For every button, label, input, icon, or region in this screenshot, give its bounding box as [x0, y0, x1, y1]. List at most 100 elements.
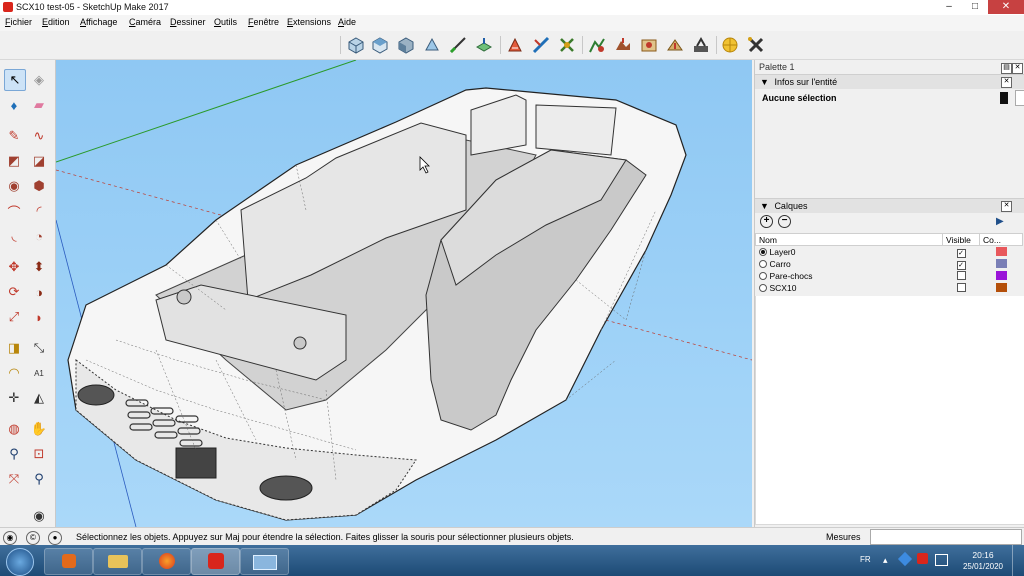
network-icon[interactable]	[935, 554, 948, 566]
layer-name[interactable]: Carro	[770, 259, 791, 269]
iso-view-icon[interactable]	[346, 35, 366, 55]
circle-tool-icon[interactable]: ◉	[4, 176, 24, 196]
back-view-icon[interactable]	[448, 35, 468, 55]
entity-info-close-icon[interactable]: ✕	[1001, 77, 1012, 88]
acrobat-icon[interactable]	[917, 553, 928, 564]
eraser-icon[interactable]: ▰	[29, 95, 49, 115]
active-layer-radio[interactable]	[758, 271, 767, 280]
active-layer-radio[interactable]	[758, 247, 767, 256]
column-visible[interactable]: Visible	[942, 233, 980, 246]
visible-checkbox[interactable]: ✓	[956, 248, 966, 258]
visible-checkbox[interactable]	[956, 270, 966, 280]
polygon-tool-icon[interactable]: ⬢	[29, 176, 49, 196]
axes-tool-icon[interactable]: ✛	[4, 388, 24, 408]
sketchup-icon[interactable]	[191, 548, 240, 575]
windows-start-icon[interactable]	[6, 548, 34, 576]
protractor-icon[interactable]: ◠	[4, 363, 24, 383]
layers-close-icon[interactable]: ✕	[1001, 201, 1012, 212]
media-player-icon[interactable]	[44, 548, 93, 575]
menu-fenetre[interactable]: Fenêtre	[248, 17, 279, 27]
input-language[interactable]: FR	[860, 555, 871, 564]
select-tool-icon[interactable]: ↖	[4, 69, 26, 91]
active-layer-radio[interactable]	[758, 283, 767, 292]
freehand-tool-icon[interactable]: ∿	[29, 126, 49, 146]
show-hidden-icons[interactable]: ▴	[883, 555, 888, 566]
extension-manager-icon[interactable]	[746, 35, 766, 55]
rotate-tool-icon[interactable]: ⟳	[4, 282, 24, 302]
menu-fichier[interactable]: Fichier	[5, 17, 32, 27]
clock-time[interactable]: 20:16	[961, 550, 1005, 560]
orbit-tool-icon[interactable]: ◍	[4, 419, 24, 439]
layer-row[interactable]: SCX10	[756, 282, 1023, 294]
section-plane-icon[interactable]	[505, 35, 525, 55]
layer-color-swatch[interactable]	[995, 246, 1007, 256]
user-icon[interactable]: ●	[48, 531, 62, 545]
menu-outils[interactable]: Outils	[214, 17, 237, 27]
credits-icon[interactable]: ©	[26, 531, 40, 545]
layer-row[interactable]: Pare-chocs	[756, 270, 1023, 282]
modeling-viewport[interactable]	[56, 60, 752, 527]
arc-tool-icon[interactable]: ⌒	[4, 201, 24, 221]
front-view-icon[interactable]	[396, 35, 416, 55]
three-point-arc-icon[interactable]: ◟	[4, 226, 24, 246]
add-layer-icon[interactable]: +	[760, 215, 773, 228]
paint-bucket-icon[interactable]: ♦	[4, 95, 24, 115]
window-preview-icon[interactable]	[240, 548, 289, 575]
warehouse-icon[interactable]	[691, 35, 711, 55]
layer-color-swatch[interactable]	[995, 270, 1007, 280]
two-point-arc-icon[interactable]: ◜	[29, 201, 49, 221]
delete-layer-icon[interactable]: −	[778, 215, 791, 228]
menu-camera[interactable]: Caméra	[129, 17, 161, 27]
layer-details-icon[interactable]: ▶	[996, 216, 1004, 227]
move-tool-icon[interactable]: ✥	[4, 257, 24, 277]
rotated-rectangle-icon[interactable]: ◪	[29, 151, 49, 171]
zoom-tool-icon[interactable]: ⚲	[4, 444, 24, 464]
column-color[interactable]: Co...	[979, 233, 1023, 246]
menu-affichage[interactable]: Affichage	[80, 17, 117, 27]
section-cut-icon[interactable]	[531, 35, 551, 55]
make-component-icon[interactable]: ◈	[29, 70, 49, 90]
text-tool-icon[interactable]: A1	[29, 363, 49, 383]
look-around-icon[interactable]: ◉	[29, 506, 49, 526]
active-layer-radio[interactable]	[758, 259, 767, 268]
right-view-icon[interactable]	[422, 35, 442, 55]
geo-icon[interactable]	[720, 35, 740, 55]
show-desktop-button[interactable]	[1012, 545, 1024, 576]
file-explorer-icon[interactable]	[93, 548, 142, 575]
entity-details-toggle-icon[interactable]	[1000, 92, 1008, 104]
layer-row[interactable]: Layer0 ✓	[756, 246, 1023, 259]
zoom-window-icon[interactable]: ⊡	[29, 444, 49, 464]
menu-aide[interactable]: Aide	[338, 17, 356, 27]
visible-checkbox[interactable]: ✓	[956, 260, 966, 270]
tray-close-icon[interactable]: ✕	[1012, 63, 1023, 74]
close-button[interactable]: ✕	[988, 0, 1024, 14]
section-fill-icon[interactable]	[557, 35, 577, 55]
left-view-icon[interactable]	[474, 35, 494, 55]
top-view-icon[interactable]	[370, 35, 390, 55]
entity-info-header[interactable]: ▼ Infos sur l'entité	[755, 74, 1024, 89]
tray-pin-icon[interactable]: ▤	[1001, 63, 1012, 74]
scale-tool-icon[interactable]: ⤢	[4, 307, 24, 327]
layers-header[interactable]: ▼ Calques	[755, 198, 1024, 213]
line-tool-icon[interactable]: ✎	[4, 126, 24, 146]
offset-tool-icon[interactable]: ◗	[29, 307, 49, 327]
pie-tool-icon[interactable]: ◔	[29, 226, 49, 246]
previous-view-icon[interactable]: ⚲	[29, 469, 49, 489]
layer-color-swatch[interactable]	[995, 258, 1007, 268]
dimension-tool-icon[interactable]: ⤡	[29, 338, 49, 358]
menu-dessiner[interactable]: Dessiner	[170, 17, 206, 27]
maximize-button[interactable]: □	[962, 0, 988, 14]
follow-me-icon[interactable]: ◑	[29, 282, 49, 302]
tape-measure-icon[interactable]: ◨	[4, 338, 24, 358]
toggle-terrain-icon[interactable]	[613, 35, 633, 55]
geo-location-icon[interactable]: ◉	[3, 531, 17, 545]
menu-edition[interactable]: Edition	[42, 17, 70, 27]
layer-color-swatch[interactable]	[995, 282, 1007, 292]
column-name[interactable]: Nom	[755, 233, 943, 246]
visible-checkbox[interactable]	[956, 282, 966, 292]
share-model-icon[interactable]	[665, 35, 685, 55]
firefox-icon[interactable]	[142, 548, 191, 575]
layer-name[interactable]: Pare-chocs	[770, 271, 813, 281]
measurements-input[interactable]	[870, 529, 1022, 545]
layer-row[interactable]: Carro ✓	[756, 258, 1023, 270]
